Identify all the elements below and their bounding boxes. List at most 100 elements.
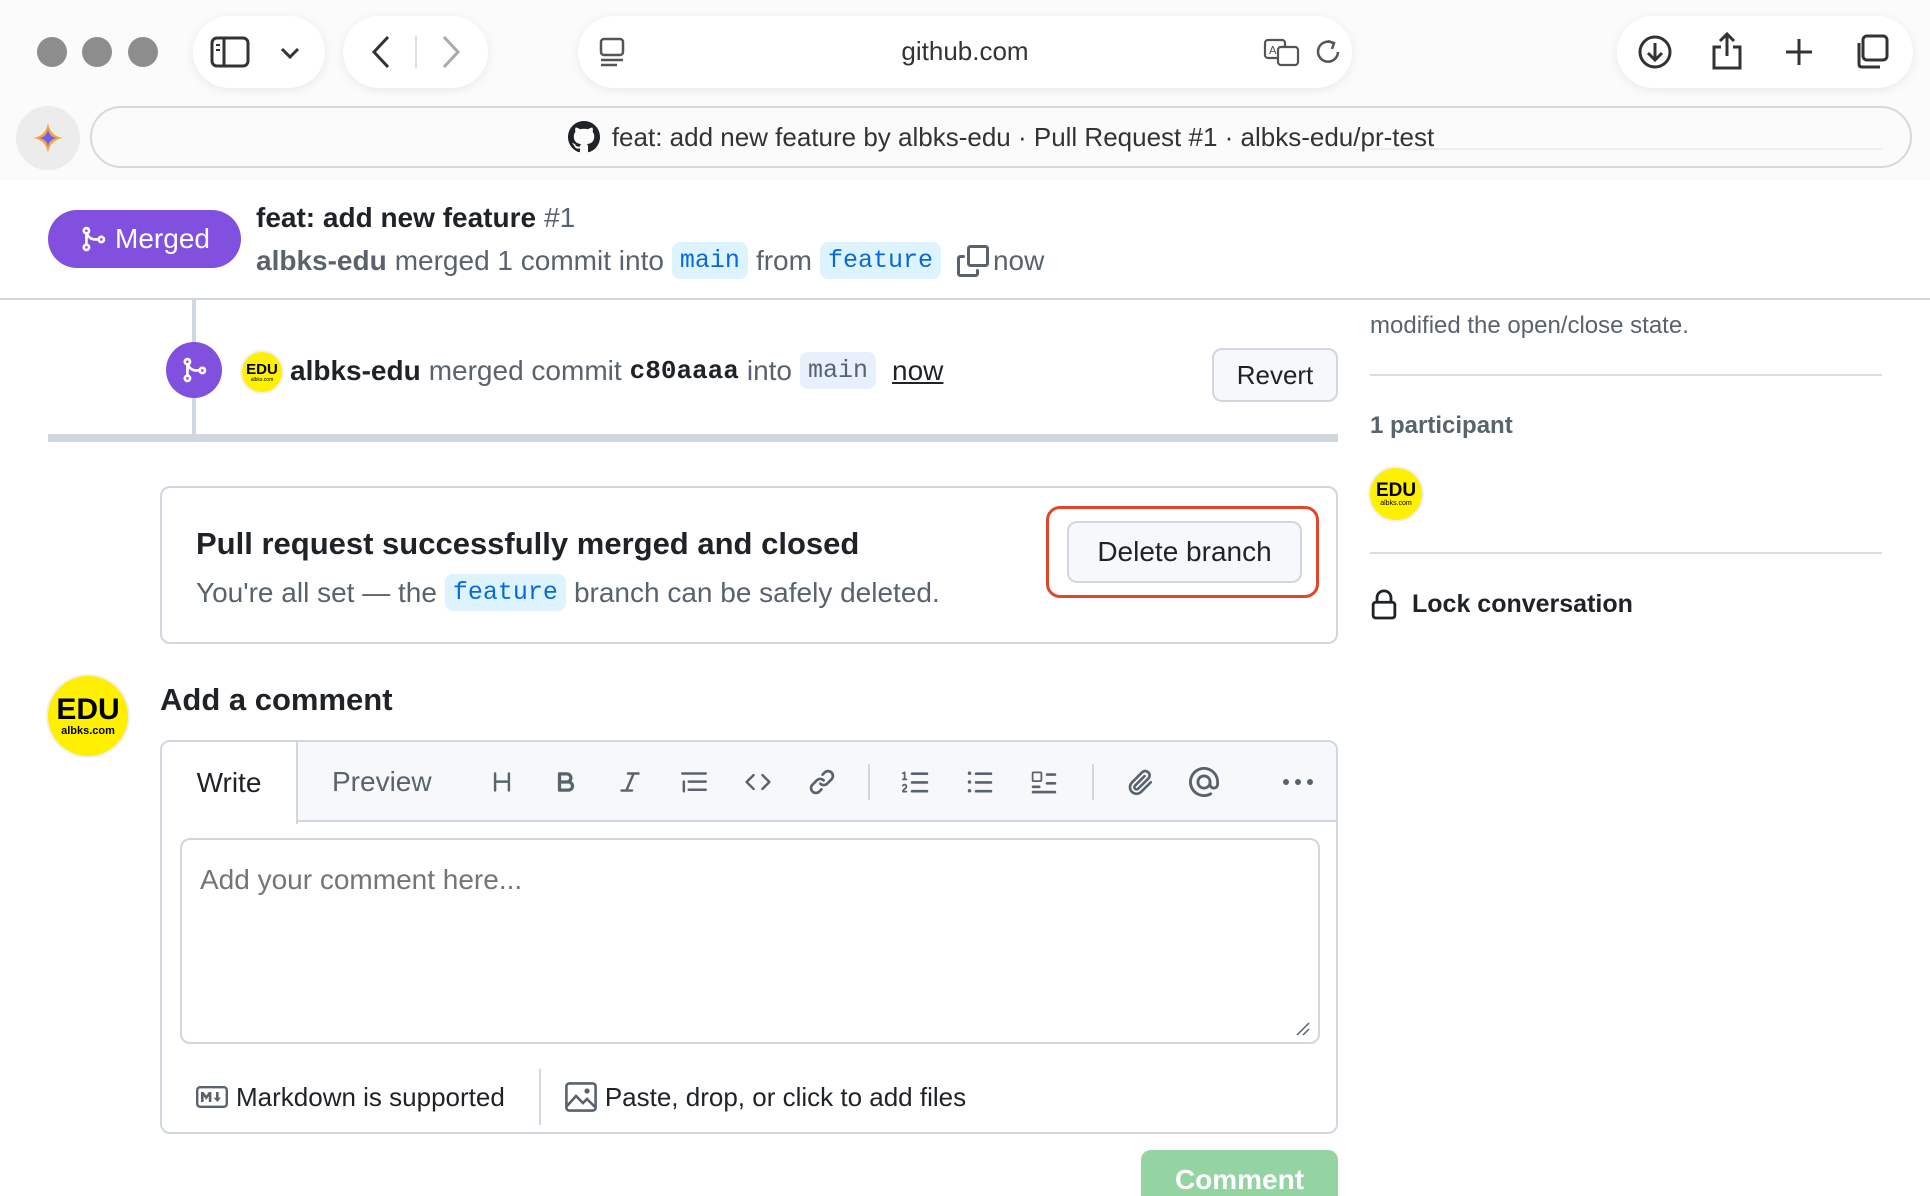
merged-box-description: You're all set — the feature branch can …: [196, 574, 940, 611]
browser-chrome: github.com A feat: add new feature by al…: [0, 0, 1930, 180]
sidebar-divider: [1370, 552, 1882, 554]
merged-desc-after: branch can be safely deleted.: [573, 576, 940, 608]
merged-status-label: Merged: [115, 223, 210, 254]
pr-merged-text: merged 1 commit into: [394, 244, 664, 276]
markdown-note-text: Markdown is supported: [236, 1081, 505, 1112]
pr-subtitle: albks-edu merged 1 commit into main from…: [256, 242, 1044, 279]
code-icon[interactable]: [738, 762, 778, 802]
editor-toolbar: Write Preview: [162, 742, 1336, 824]
merge-event-text: albks-edu merged commit c80aaaa into mai…: [290, 352, 943, 389]
sidebar-divider: [1370, 374, 1882, 376]
task-list-icon[interactable]: [1024, 762, 1064, 802]
pr-title: feat: add new feature #1: [256, 202, 575, 234]
timeline-end-divider: [48, 434, 1338, 442]
event-user-link[interactable]: albks-edu: [290, 355, 421, 387]
back-icon[interactable]: [361, 32, 401, 72]
github-icon: [567, 121, 600, 153]
sidebar-icon[interactable]: [209, 32, 251, 72]
git-merge-icon: [183, 357, 207, 383]
commit-sha-link[interactable]: c80aaaa: [630, 356, 739, 386]
bold-icon[interactable]: [546, 762, 586, 802]
chevron-down-icon[interactable]: [275, 38, 305, 68]
unordered-list-icon[interactable]: [960, 762, 1000, 802]
deletable-branch-label[interactable]: feature: [444, 574, 566, 611]
ordered-list-icon[interactable]: [896, 762, 936, 802]
comment-editor: Write Preview Add your comment here... M…: [160, 740, 1338, 1134]
merged-box-title: Pull request successfully merged and clo…: [196, 526, 860, 561]
tab-title: feat: add new feature by albks-edu · Pul…: [611, 121, 1435, 152]
assistant-button[interactable]: [16, 106, 80, 170]
event-action: merged commit: [428, 354, 622, 386]
forward-icon[interactable]: [431, 32, 471, 72]
translate-icon[interactable]: A: [1262, 32, 1302, 72]
merge-event-badge: [166, 342, 222, 398]
merged-desc-before: You're all set — the: [196, 576, 437, 608]
tab-overview-icon[interactable]: [1851, 32, 1891, 72]
image-icon: [564, 1082, 597, 1112]
zoom-window-button[interactable]: [128, 37, 158, 67]
avatar-text: EDU: [56, 692, 120, 726]
tab-write[interactable]: Write: [162, 742, 298, 824]
pr-sticky-header: Merged feat: add new feature #1 albks-edu…: [0, 180, 1930, 300]
sparkle-icon: [33, 123, 63, 153]
link-icon[interactable]: [802, 762, 842, 802]
svg-text:A: A: [1269, 44, 1277, 57]
participant-avatar[interactable]: EDU albks.com: [1368, 466, 1424, 522]
event-into: into: [746, 354, 793, 386]
avatar-subtext: albks.com: [61, 724, 115, 737]
sidebar-divider: [1370, 148, 1882, 150]
pr-from-text: from: [755, 244, 812, 276]
italic-icon[interactable]: [610, 762, 650, 802]
comment-textarea[interactable]: [180, 838, 1320, 1044]
git-merge-icon: [82, 226, 106, 252]
minimize-window-button[interactable]: [82, 37, 112, 67]
sidebar-toggle-group: [193, 16, 325, 88]
active-tab[interactable]: feat: add new feature by albks-edu · Pul…: [90, 106, 1912, 168]
url-text: github.com: [901, 36, 1029, 66]
navigation-group: [343, 16, 488, 88]
reload-icon[interactable]: [1310, 34, 1346, 70]
pr-number: #1: [544, 202, 576, 233]
share-icon[interactable]: [1707, 30, 1747, 72]
lock-icon: [1371, 589, 1397, 620]
base-branch-label[interactable]: main: [671, 242, 748, 279]
avatar[interactable]: EDU albks.com: [46, 674, 130, 758]
quote-icon[interactable]: [674, 762, 714, 802]
lock-conversation-link[interactable]: Lock conversation: [1370, 588, 1633, 620]
address-bar[interactable]: github.com A: [578, 16, 1352, 88]
avatar-subtext: albks.com: [250, 376, 274, 383]
avatar[interactable]: EDU albks.com: [240, 350, 284, 394]
new-tab-icon[interactable]: [1779, 32, 1819, 72]
pr-author-link[interactable]: albks-edu: [256, 245, 387, 277]
heading-icon[interactable]: [482, 762, 522, 802]
resize-handle-icon[interactable]: [1294, 1020, 1310, 1036]
avatar-text: EDU: [246, 360, 278, 378]
add-files-note[interactable]: Paste, drop, or click to add files: [564, 1081, 967, 1113]
add-files-note-text: Paste, drop, or click to add files: [604, 1081, 967, 1112]
comment-submit-button[interactable]: Comment: [1141, 1150, 1338, 1196]
merged-status-badge: Merged: [48, 210, 241, 268]
copy-branch-icon[interactable]: [956, 244, 989, 277]
attachment-icon[interactable]: [1120, 762, 1160, 802]
lock-conversation-label: Lock conversation: [1412, 589, 1633, 618]
revert-button[interactable]: Revert: [1212, 348, 1338, 402]
highlight-annotation: [1046, 506, 1319, 598]
markdown-icon: [196, 1086, 228, 1108]
event-time-link[interactable]: now: [892, 355, 943, 387]
head-branch-label[interactable]: feature: [819, 242, 941, 279]
browser-actions: [1617, 16, 1913, 88]
comment-heading: Add a comment: [160, 682, 393, 717]
avatar-text: EDU: [1375, 479, 1417, 501]
pr-time[interactable]: now: [993, 245, 1044, 277]
mention-icon[interactable]: [1184, 762, 1224, 802]
tab-preview[interactable]: Preview: [332, 742, 432, 822]
download-icon[interactable]: [1635, 32, 1675, 72]
pr-title-text: feat: add new feature: [256, 202, 537, 233]
avatar-subtext: albks.com: [1380, 499, 1412, 507]
participants-heading: 1 participant: [1370, 412, 1513, 439]
event-branch-label[interactable]: main: [800, 352, 877, 389]
sidebar-state-note: modified the open/close state.: [1370, 312, 1689, 339]
more-options-icon[interactable]: [1278, 762, 1318, 802]
close-window-button[interactable]: [37, 37, 67, 67]
markdown-note[interactable]: Markdown is supported: [196, 1082, 505, 1113]
